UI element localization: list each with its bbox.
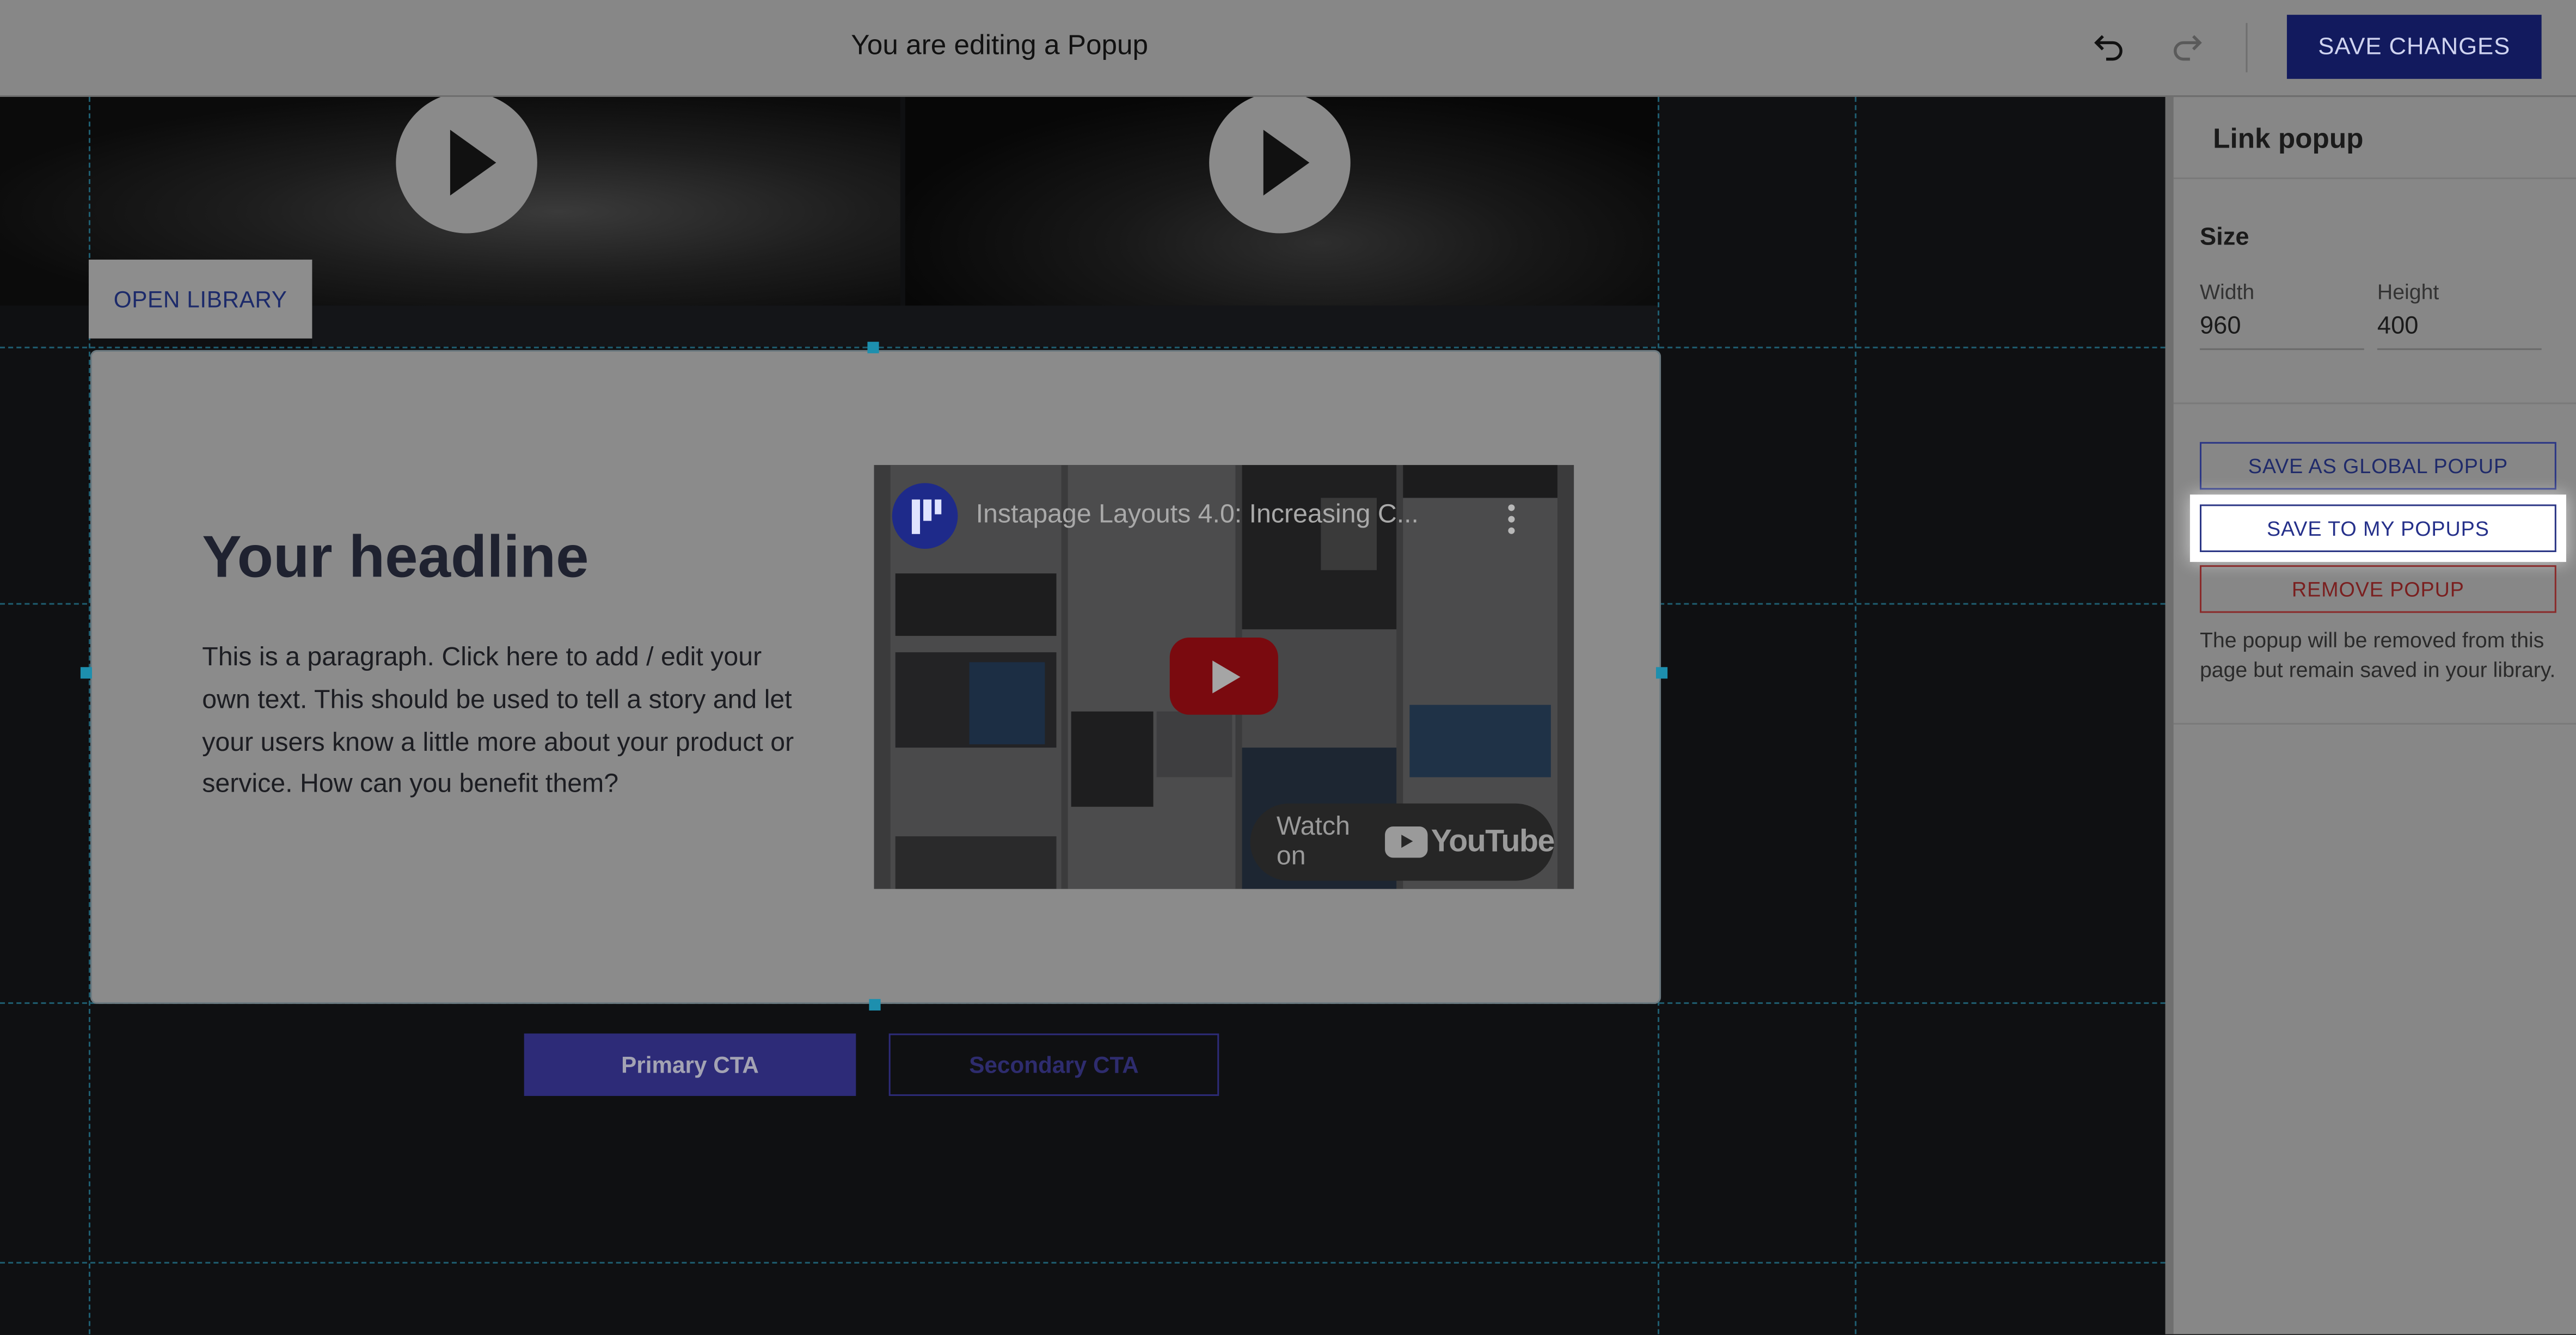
- secondary-cta-button[interactable]: Secondary CTA: [888, 1033, 1219, 1096]
- youtube-logo-icon: YouTube: [1385, 824, 1555, 860]
- editor-canvas[interactable]: OPEN LIBRARY Your headline This is a par…: [0, 97, 2166, 1334]
- resize-handle-right[interactable]: [1656, 667, 1668, 679]
- guide-line: [1855, 97, 1857, 1334]
- video-title[interactable]: Instapage Layouts 4.0: Increasing C...: [976, 501, 1469, 530]
- editor-topbar: You are editing a Popup SAVE CHANGES: [0, 0, 2576, 97]
- toolbar-divider: [2246, 23, 2248, 72]
- save-to-my-popups-button[interactable]: SAVE TO MY POPUPS: [2199, 504, 2556, 553]
- popup-paragraph[interactable]: This is a paragraph. Click here to add /…: [202, 638, 813, 807]
- section-strip: [312, 305, 1658, 347]
- play-icon[interactable]: [1209, 97, 1351, 234]
- undo-icon[interactable]: [2092, 28, 2127, 64]
- height-label: Height: [2377, 279, 2439, 304]
- youtube-embed[interactable]: Instapage Layouts 4.0: Increasing C... W…: [874, 465, 1574, 889]
- watch-on-label: Watch on: [1276, 812, 1350, 870]
- resize-handle-top[interactable]: [867, 341, 879, 353]
- popup-headline[interactable]: Your headline: [202, 523, 588, 592]
- panel-divider: [2173, 722, 2576, 725]
- width-label: Width: [2199, 279, 2255, 304]
- resize-handle-bottom[interactable]: [869, 999, 881, 1011]
- save-changes-button[interactable]: SAVE CHANGES: [2286, 15, 2542, 79]
- height-field[interactable]: 400: [2377, 312, 2542, 350]
- primary-cta-button[interactable]: Primary CTA: [524, 1033, 856, 1096]
- link-popup-panel: Link popup Size Width 960 Height 400 SAV…: [2165, 97, 2576, 1334]
- popup-container[interactable]: Your headline This is a paragraph. Click…: [90, 350, 1661, 1004]
- open-library-button[interactable]: OPEN LIBRARY: [88, 259, 312, 339]
- panel-divider: [2173, 177, 2576, 179]
- youtube-play-button[interactable]: [1169, 637, 1278, 715]
- panel-divider: [2173, 402, 2576, 405]
- guide-line: [0, 1261, 2166, 1264]
- remove-popup-button[interactable]: REMOVE POPUP: [2199, 565, 2556, 613]
- remove-popup-note: The popup will be removed from this page…: [2199, 627, 2556, 682]
- size-label: Size: [2199, 223, 2249, 252]
- instapage-logo-icon: [892, 483, 958, 549]
- save-as-global-popup-button[interactable]: SAVE AS GLOBAL POPUP: [2199, 442, 2556, 490]
- guide-line: [0, 346, 2166, 348]
- youtube-wordmark: YouTube: [1431, 824, 1555, 859]
- watch-on-youtube-button[interactable]: Watch on YouTube: [1250, 803, 1555, 881]
- more-options-icon[interactable]: [1508, 504, 1515, 538]
- editor-title: You are editing a Popup: [851, 29, 1149, 61]
- panel-title: Link popup: [2213, 123, 2364, 155]
- play-icon[interactable]: [396, 97, 537, 234]
- resize-handle-left[interactable]: [80, 667, 93, 679]
- redo-icon[interactable]: [2169, 28, 2205, 64]
- width-field[interactable]: 960: [2199, 312, 2364, 350]
- video-thumbnail-right[interactable]: [905, 97, 1658, 306]
